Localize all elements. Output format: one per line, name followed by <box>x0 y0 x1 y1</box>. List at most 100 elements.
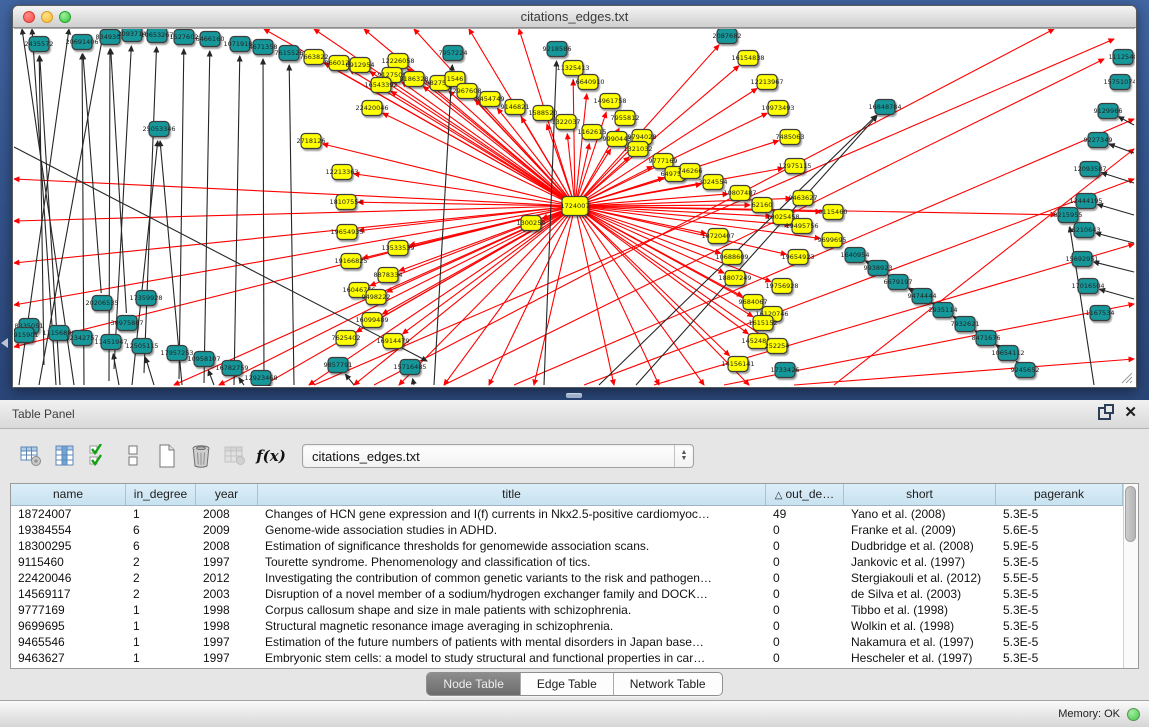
column-header-title[interactable]: title <box>258 484 766 505</box>
graph-node[interactable]: 8186328 <box>400 72 429 87</box>
graph-node[interactable]: 8471676 <box>972 331 1001 346</box>
graph-node[interactable]: 12505115 <box>125 339 158 354</box>
graph-node[interactable]: 1733426 <box>771 363 800 378</box>
graph-node[interactable]: 4671358 <box>249 40 278 55</box>
select-columns-button[interactable] <box>52 442 78 470</box>
delete-rows-trash-button[interactable] <box>188 442 214 470</box>
graph-node[interactable]: 9474444 <box>908 289 937 304</box>
graph-node[interactable]: 9129966 <box>1094 104 1123 119</box>
graph-node[interactable]: 252254 <box>765 339 790 354</box>
graph-node[interactable]: 8215955 <box>1054 208 1083 223</box>
table-select-dropdown[interactable]: citations_edges.txt ▲▼ <box>302 444 694 468</box>
table-row[interactable]: 946362711997Embryonic stem cells: a mode… <box>11 650 1123 666</box>
graph-node[interactable]: 2087682 <box>713 29 742 44</box>
new-table-button[interactable] <box>154 442 180 470</box>
graph-node[interactable]: 9146821 <box>501 100 530 115</box>
table-row[interactable]: 1456911722003Disruption of a novel membe… <box>11 586 1123 602</box>
graph-node[interactable]: 7485063 <box>776 130 805 145</box>
graph-node[interactable]: 9245652 <box>1011 363 1040 378</box>
resize-grip-icon[interactable] <box>1119 370 1133 384</box>
column-header-name[interactable]: name <box>11 484 126 505</box>
graph-node[interactable]: 16154838 <box>731 51 764 66</box>
graph-node[interactable]: 2935114 <box>929 303 958 318</box>
table-row[interactable]: 977716911998Corpus callosum shape and si… <box>11 602 1123 618</box>
graph-node[interactable]: 17016504 <box>1071 279 1104 294</box>
graph-node[interactable]: 12213363 <box>325 165 358 180</box>
graph-node[interactable]: 16640910 <box>571 75 604 90</box>
graph-node[interactable]: 17359928 <box>129 291 162 306</box>
graph-node[interactable]: 6679197 <box>884 275 913 290</box>
graph-node[interactable]: 1321032 <box>624 142 653 157</box>
graph-node[interactable]: 25053346 <box>142 122 175 137</box>
graph-node[interactable]: 15751074 <box>1103 75 1135 90</box>
graph-node[interactable]: 1167534 <box>1086 306 1115 321</box>
column-header-pagerank[interactable]: pagerank <box>996 484 1123 505</box>
graph-node[interactable]: 2718126 <box>297 134 326 149</box>
graph-node[interactable]: 11325413 <box>556 61 589 76</box>
column-header-out_de[interactable]: △out_de… <box>766 484 844 505</box>
column-settings-button[interactable] <box>18 442 44 470</box>
graph-node[interactable]: 19756928 <box>765 279 798 294</box>
graph-node[interactable]: 3024554 <box>699 175 728 190</box>
select-all-button[interactable] <box>86 442 112 470</box>
graph-node[interactable]: 62160 <box>752 198 773 213</box>
collapse-panel-arrow-icon[interactable] <box>1 338 8 348</box>
delete-table-button[interactable] <box>222 442 248 470</box>
graph-node[interactable]: 1322037 <box>552 115 581 130</box>
graph-node[interactable]: 11451947 <box>94 335 127 350</box>
column-header-year[interactable]: year <box>196 484 258 505</box>
graph-node[interactable]: 9857791 <box>324 358 353 373</box>
graph-node[interactable]: 7932621 <box>951 317 980 332</box>
column-header-in_degree[interactable]: in_degree <box>126 484 196 505</box>
graph-node[interactable]: 20206535 <box>85 296 118 311</box>
graph-node[interactable]: 1640954 <box>841 248 870 263</box>
function-builder-button[interactable]: f(x) <box>258 442 284 470</box>
table-vertical-scrollbar[interactable] <box>1123 484 1138 668</box>
graph-node[interactable]: 9218586 <box>543 42 572 57</box>
graph-node[interactable]: 1112540 <box>1109 50 1135 65</box>
network-canvas[interactable]: 2435572206914068349301209371410653267152… <box>14 28 1135 386</box>
graph-node[interactable]: 12226058 <box>381 54 414 69</box>
graph-node[interactable]: 14156141 <box>721 357 754 372</box>
graph-node[interactable]: 9115460 <box>819 205 848 220</box>
graph-node[interactable]: 18107554 <box>329 195 362 210</box>
close-panel-icon[interactable]: ✕ <box>1124 404 1137 422</box>
graph-node[interactable]: 1615152 <box>749 316 778 331</box>
graph-node[interactable]: 7957224 <box>439 46 468 61</box>
table-row[interactable]: 946554611997Estimation of the future num… <box>11 634 1123 650</box>
graph-node[interactable]: 2435572 <box>25 37 54 52</box>
graph-node[interactable]: 10654112 <box>991 346 1024 361</box>
graph-node[interactable]: 9938923 <box>864 261 893 276</box>
network-window-titlebar[interactable]: citations_edges.txt <box>13 6 1136 28</box>
graph-node[interactable]: 19654935 <box>330 225 363 240</box>
graph-node[interactable]: 8912954 <box>346 58 375 73</box>
graph-node[interactable]: 9463627 <box>789 191 818 206</box>
table-row[interactable]: 1830029562008Estimation of significance … <box>11 538 1123 554</box>
float-panel-icon[interactable] <box>1098 407 1111 420</box>
graph-node[interactable]: 16210643 <box>1067 223 1100 238</box>
table-row[interactable]: 969969511998Structural magnetic resonanc… <box>11 618 1123 634</box>
table-row[interactable]: 1872400712008Changes of HCN gene express… <box>11 506 1123 522</box>
graph-node[interactable]: 8878334 <box>374 268 403 283</box>
graph-node[interactable]: 19166825 <box>334 254 367 269</box>
table-row[interactable]: 1938455462009Genome-wide association stu… <box>11 522 1123 538</box>
panel-splitter-handle[interactable] <box>566 393 582 398</box>
tab-network-table[interactable]: Network Table <box>614 673 722 695</box>
graph-node[interactable]: 9498222 <box>362 290 391 305</box>
graph-node[interactable]: 15692951 <box>1065 252 1098 267</box>
graph-node[interactable]: 1724007 <box>561 197 590 216</box>
graph-node[interactable]: 12213967 <box>750 75 783 90</box>
graph-node[interactable]: 9699695 <box>818 233 847 248</box>
table-row[interactable]: 911546021997Tourette syndrome. Phenomeno… <box>11 554 1123 570</box>
graph-node[interactable]: 1300254 <box>517 216 546 231</box>
graph-node[interactable]: 7955812 <box>611 111 640 126</box>
clear-selection-button[interactable] <box>120 442 146 470</box>
graph-node[interactable]: 16848784 <box>868 100 901 115</box>
graph-node[interactable]: 9227349 <box>1084 133 1113 148</box>
graph-node[interactable]: 19654923 <box>781 250 814 265</box>
graph-node[interactable]: 7625402 <box>332 331 361 346</box>
graph-node[interactable]: 12923468 <box>244 371 277 386</box>
graph-node[interactable]: 1527602 <box>170 30 199 45</box>
graph-node[interactable]: 746266 <box>678 164 703 179</box>
column-header-short[interactable]: short <box>844 484 996 505</box>
